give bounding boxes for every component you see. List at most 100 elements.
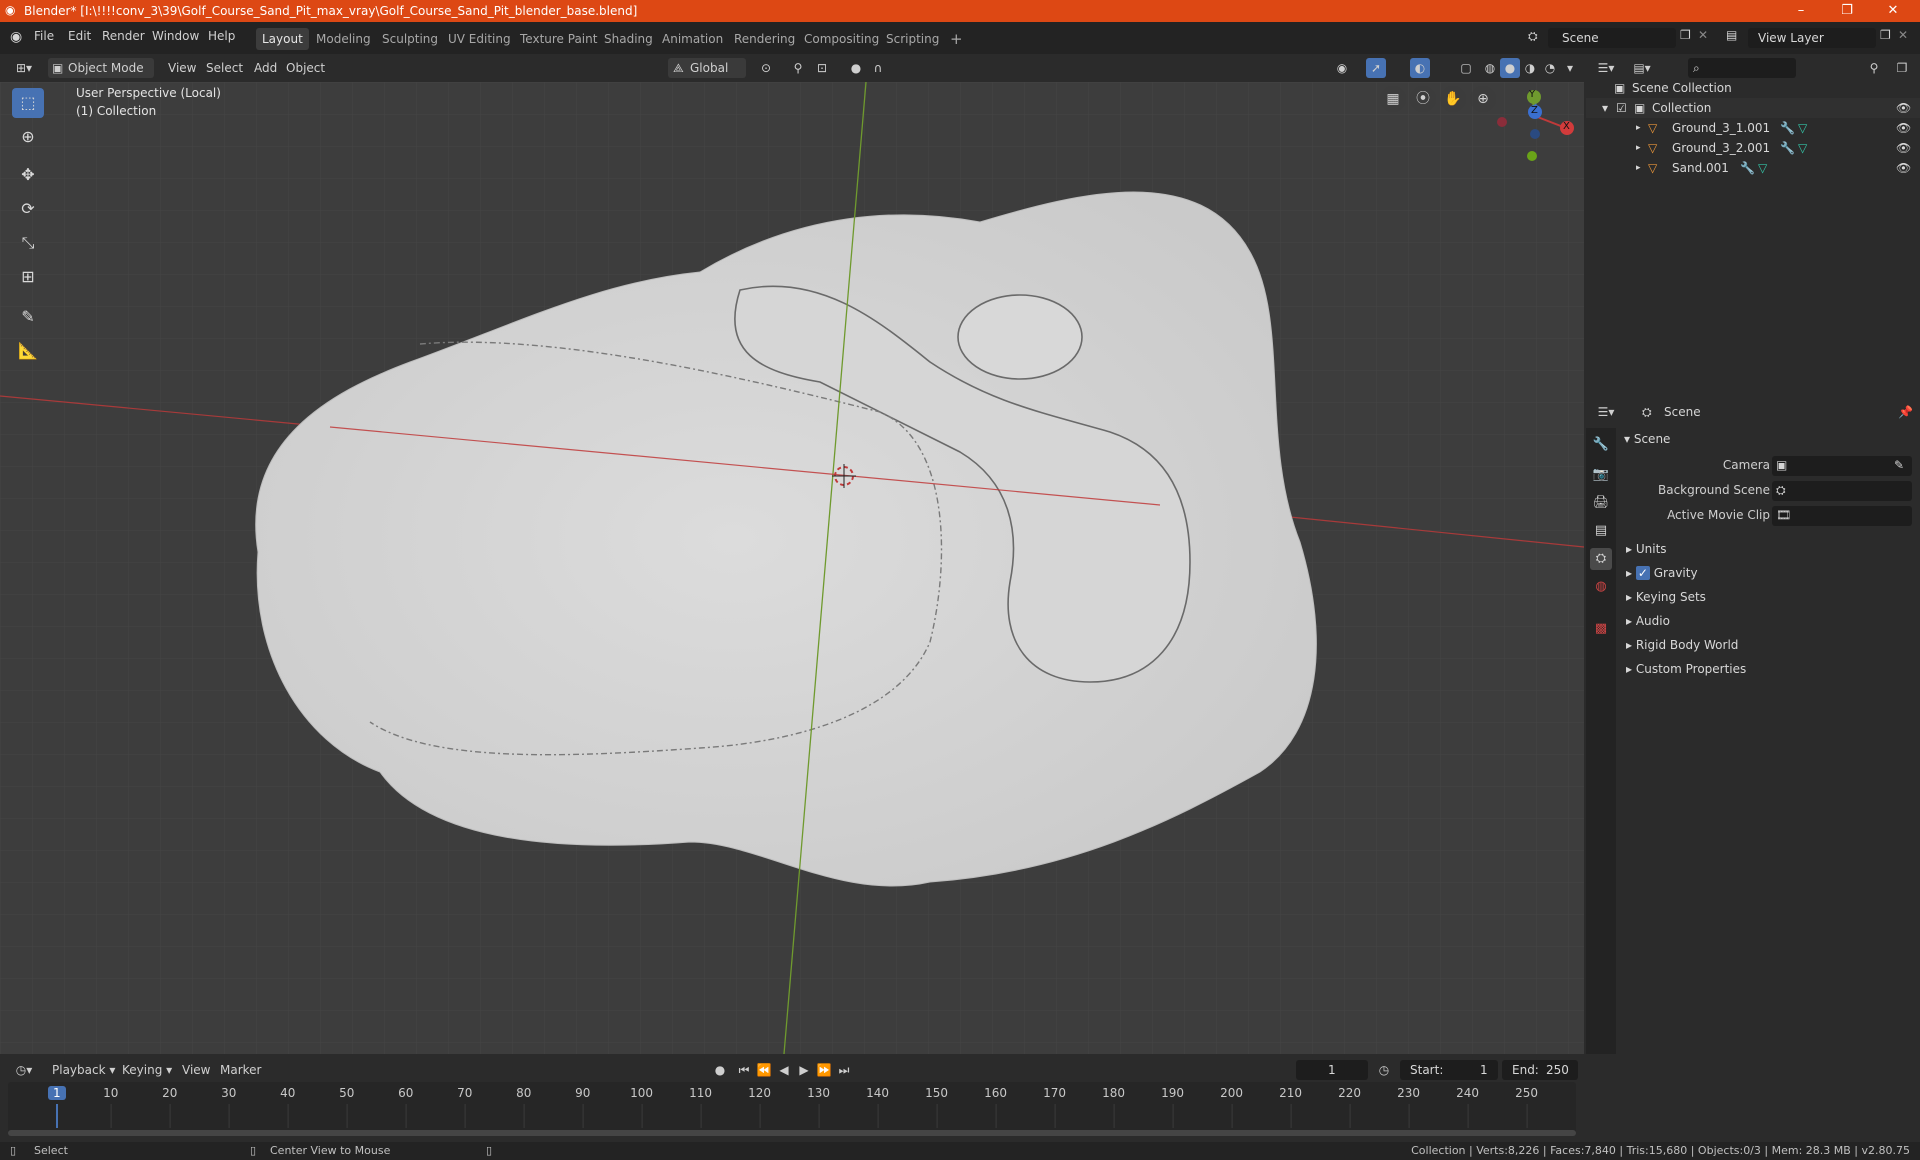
pivot-icon[interactable]: ⊙ <box>756 58 776 78</box>
visibility-eye-icon[interactable]: 👁 <box>1896 98 1911 118</box>
zoom-view-icon[interactable]: ⊕ <box>1470 86 1496 112</box>
minimize-button[interactable]: – <box>1778 1 1824 21</box>
menu-file[interactable]: File <box>34 29 54 43</box>
menu-select[interactable]: Select <box>200 58 249 78</box>
modifier-icon[interactable]: 🔧 <box>1780 138 1795 158</box>
texture-tab-icon[interactable]: ▩ <box>1590 618 1612 640</box>
menu-edit[interactable]: Edit <box>68 29 91 43</box>
visibility-eye-icon[interactable]: 👁 <box>1896 118 1911 138</box>
toggle-grid-icon[interactable]: ▦ <box>1380 86 1406 112</box>
scene-panel-header[interactable]: ▾ Scene <box>1624 432 1670 446</box>
section-units[interactable]: ▸ Units <box>1626 542 1667 556</box>
outliner-row-scene-collection[interactable]: ▣ Scene Collection <box>1586 78 1920 98</box>
scale-tool-icon[interactable]: ⤡ <box>12 228 44 258</box>
menu-view[interactable]: View <box>162 58 202 78</box>
add-workspace-button[interactable]: + <box>944 28 969 50</box>
rotate-tool-icon[interactable]: ⟳ <box>12 194 44 224</box>
cursor-tool-icon[interactable]: ⊕ <box>12 122 44 152</box>
collection-checkbox[interactable]: ☑ <box>1616 98 1627 118</box>
shading-options-icon[interactable]: ▾ <box>1560 58 1580 78</box>
proportional-edit-icon[interactable]: ● <box>846 58 866 78</box>
camera-field[interactable]: ▣ ✎ <box>1772 456 1912 476</box>
delete-view-layer-icon[interactable]: ✕ <box>1898 28 1908 42</box>
tab-modeling[interactable]: Modeling <box>310 28 377 50</box>
section-custom-properties[interactable]: ▸ Custom Properties <box>1626 662 1746 676</box>
outliner-search-input[interactable]: ⌕ <box>1688 58 1796 78</box>
properties-editor-type-icon[interactable]: ☰▾ <box>1592 402 1620 422</box>
tab-animation[interactable]: Animation <box>656 28 729 50</box>
tab-sculpting[interactable]: Sculpting <box>376 28 444 50</box>
shading-solid-icon[interactable]: ● <box>1500 58 1520 78</box>
filter-icon[interactable]: ⚲ <box>1864 58 1884 78</box>
maximize-button[interactable]: ❐ <box>1824 1 1870 21</box>
menu-object[interactable]: Object <box>280 58 331 78</box>
frame-scrollbar[interactable] <box>8 1130 1576 1136</box>
expand-arrow-icon[interactable]: ▸ <box>1636 118 1641 138</box>
menu-help[interactable]: Help <box>208 29 235 43</box>
tool-tab-icon[interactable]: 🔧 <box>1590 434 1612 456</box>
new-collection-icon[interactable]: ❐ <box>1892 58 1912 78</box>
background-scene-field[interactable]: ⛭ <box>1772 481 1912 501</box>
shading-material-icon[interactable]: ◑ <box>1520 58 1540 78</box>
pan-view-icon[interactable]: ✋ <box>1440 86 1466 112</box>
scene-field[interactable]: Scene <box>1548 28 1676 48</box>
menu-render[interactable]: Render <box>102 29 145 43</box>
scene-tab-icon[interactable]: ⛭ <box>1590 548 1612 570</box>
editor-type-icon[interactable]: ⊞▾ <box>10 58 38 78</box>
outliner-display-mode-icon[interactable]: ▤▾ <box>1628 58 1656 78</box>
xray-toggle-icon[interactable]: ▢ <box>1456 58 1476 78</box>
section-rigid-body-world[interactable]: ▸ Rigid Body World <box>1626 638 1738 652</box>
render-tab-icon[interactable]: 📷 <box>1590 464 1612 486</box>
scene-selector-icon[interactable]: ⛭ <box>1528 29 1538 44</box>
tab-layout[interactable]: Layout <box>256 28 309 50</box>
select-box-tool-icon[interactable]: ⬚ <box>12 88 44 118</box>
modifier-icon[interactable]: 🔧 <box>1740 158 1755 178</box>
menu-window[interactable]: Window <box>152 29 199 43</box>
mesh-data-icon[interactable]: ▽ <box>1758 158 1767 178</box>
pin-icon[interactable]: 📌 <box>1898 405 1913 419</box>
mesh-data-icon[interactable]: ▽ <box>1798 118 1807 138</box>
gizmo-toggle-icon[interactable]: ➚ <box>1366 58 1386 78</box>
orientation-dropdown[interactable]: ⟁ Global <box>668 58 746 78</box>
mode-dropdown[interactable]: ▣ Object Mode ▾ <box>48 58 154 95</box>
sand-pit-small[interactable] <box>957 294 1083 380</box>
tab-texture-paint[interactable]: Texture Paint <box>514 28 603 50</box>
delete-scene-icon[interactable]: ✕ <box>1698 28 1708 42</box>
gravity-checkbox[interactable]: ✓ <box>1635 566 1650 580</box>
outliner-row-object[interactable]: ▸ ▽ Ground_3_1.001 🔧 ▽ 👁 <box>1586 118 1920 138</box>
outliner-row-collection[interactable]: ▾ ☑ ▣ Collection 👁 <box>1586 98 1920 118</box>
visibility-eye-icon[interactable]: 👁 <box>1896 138 1911 158</box>
overlay-toggle-icon[interactable]: ◐ <box>1410 58 1430 78</box>
output-tab-icon[interactable]: 🖨 <box>1590 492 1612 514</box>
3d-viewport[interactable]: Y Z X User Perspective (Local) (1) Colle… <box>0 82 1584 1054</box>
tab-scripting[interactable]: Scripting <box>880 28 945 50</box>
tab-rendering[interactable]: Rendering <box>728 28 801 50</box>
mesh-data-icon[interactable]: ▽ <box>1798 138 1807 158</box>
shading-rendered-icon[interactable]: ◔ <box>1540 58 1560 78</box>
eyedropper-icon[interactable]: ✎ <box>1894 458 1904 472</box>
outliner-row-object[interactable]: ▸ ▽ Ground_3_2.001 🔧 ▽ 👁 <box>1586 138 1920 158</box>
section-keying-sets[interactable]: ▸ Keying Sets <box>1626 590 1706 604</box>
view-layer-icon[interactable]: ▤ <box>1726 28 1737 42</box>
tab-compositing[interactable]: Compositing <box>798 28 885 50</box>
close-button[interactable]: ✕ <box>1870 1 1916 21</box>
expand-arrow-icon[interactable]: ▸ <box>1636 138 1641 158</box>
transform-tool-icon[interactable]: ⊞ <box>12 262 44 292</box>
expand-arrow-icon[interactable]: ▾ <box>1602 98 1608 118</box>
shading-wireframe-icon[interactable]: ◍ <box>1480 58 1500 78</box>
blender-menu-icon[interactable]: ◉ <box>10 29 22 45</box>
menu-add[interactable]: Add <box>248 58 283 78</box>
current-frame-indicator[interactable]: 1 <box>48 1086 66 1100</box>
outliner-row-object[interactable]: ▸ ▽ Sand.001 🔧 ▽ 👁 <box>1586 158 1920 178</box>
snap-icon[interactable]: ⚲ <box>788 58 808 78</box>
visibility-filter-icon[interactable]: ◉ <box>1332 58 1352 78</box>
tab-shading[interactable]: Shading <box>598 28 659 50</box>
camera-view-icon[interactable]: ⦿ <box>1410 86 1436 112</box>
section-audio[interactable]: ▸ Audio <box>1626 614 1670 628</box>
view-layer-field[interactable]: View Layer <box>1748 28 1876 48</box>
falloff-icon[interactable]: ∩ <box>868 58 888 78</box>
view-layer-tab-icon[interactable]: ▤ <box>1590 520 1612 542</box>
snap-target-icon[interactable]: ⊡ <box>812 58 832 78</box>
new-view-layer-icon[interactable]: ❐ <box>1880 28 1891 42</box>
measure-tool-icon[interactable]: 📐 <box>12 336 44 366</box>
